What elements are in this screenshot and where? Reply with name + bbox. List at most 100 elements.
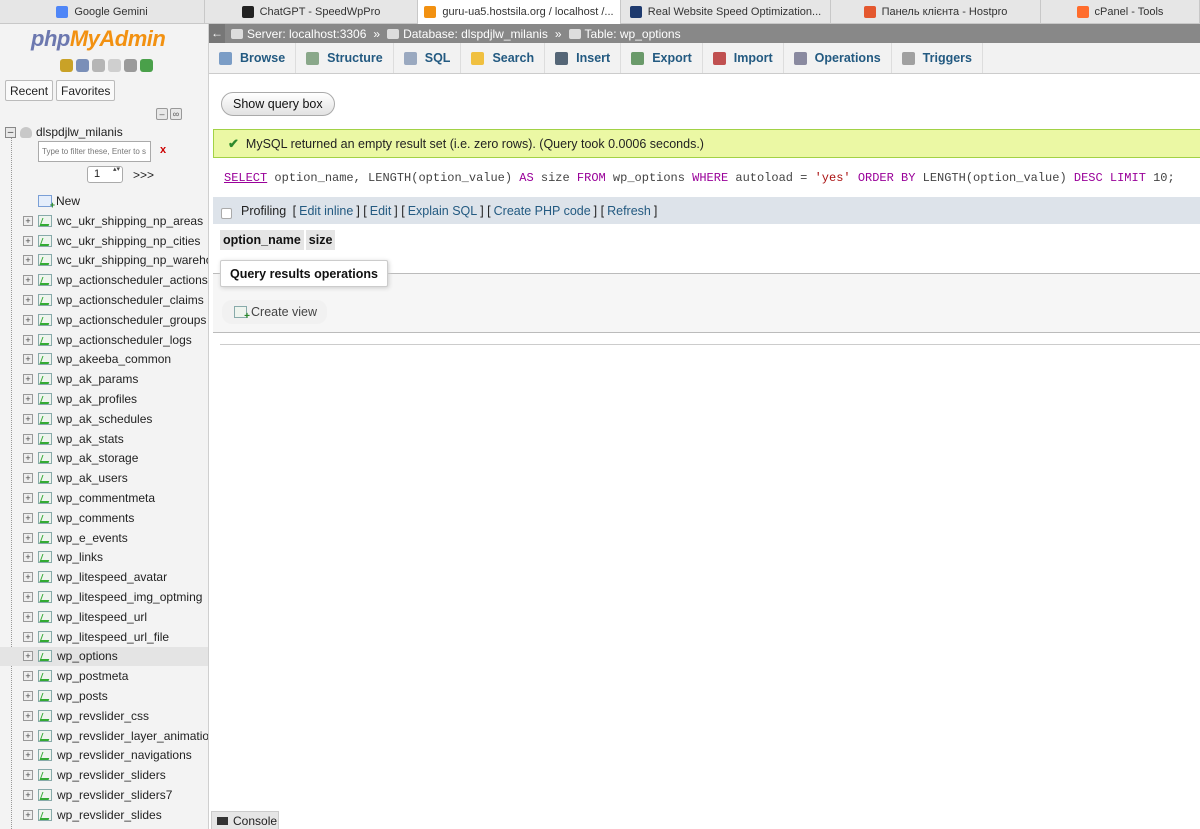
tab-export[interactable]: Export [621,43,703,73]
collapse-icon[interactable]: – [5,126,16,138]
create-view-button[interactable]: Create view [222,300,327,324]
browser-tab[interactable]: Google Gemini [0,0,205,24]
expand-icon[interactable]: + [23,413,33,424]
table-list-item[interactable]: + wp_akeeba_common [0,350,208,370]
expand-icon[interactable]: + [23,433,33,444]
table-list-item[interactable]: + wp_revslider_layer_animations [0,726,208,746]
expand-icon[interactable]: + [23,631,33,642]
expand-icon[interactable]: + [23,493,33,504]
favorites-tab[interactable]: Favorites [56,80,116,101]
expand-icon[interactable]: + [23,532,33,543]
table-icon[interactable] [38,531,52,544]
expand-icon[interactable]: + [23,235,33,246]
table-name[interactable]: wp_comments [57,511,134,525]
phpmyadmin-logo[interactable]: phpMyAdmin [31,26,166,52]
table-name[interactable]: wp_commentmeta [57,491,155,505]
table-name[interactable]: wp_litespeed_img_optming [57,590,202,604]
table-name[interactable]: wp_revslider_layer_animations [57,729,208,743]
table-icon[interactable] [38,393,52,406]
docs-icon[interactable] [92,59,105,72]
table-icon[interactable] [38,769,52,782]
table-name[interactable]: wc_ukr_shipping_np_cities [57,234,200,248]
breadcrumb-table[interactable]: Table: wp_options [563,27,687,41]
table-list-item[interactable]: + wp_actionscheduler_actions [0,270,208,290]
table-name[interactable]: wp_ak_storage [57,451,138,465]
table-icon[interactable] [38,808,52,821]
table-list-item[interactable]: + wp_litespeed_img_optming [0,587,208,607]
table-icon[interactable] [38,729,52,742]
table-list-item[interactable]: + wp_litespeed_url [0,607,208,627]
tab-browse[interactable]: Browse [209,43,297,73]
expand-icon[interactable]: + [23,790,33,800]
table-name[interactable]: wp_actionscheduler_actions [57,273,208,287]
table-list-item[interactable]: + wp_ak_schedules [0,409,208,429]
table-name[interactable]: wp_actionscheduler_groups [57,313,206,327]
table-icon[interactable] [38,234,52,247]
table-icon[interactable] [38,610,52,623]
expand-icon[interactable]: + [23,215,33,226]
table-name[interactable]: wp_revslider_sliders [57,768,166,782]
tab-search[interactable]: Search [461,43,546,73]
table-name[interactable]: wp_revslider_slides [57,808,162,822]
table-list-item[interactable]: + wp_ak_profiles [0,389,208,409]
tab-structure[interactable]: Structure [296,43,394,73]
table-name[interactable]: wp_ak_profiles [57,392,137,406]
table-list-item[interactable]: + wp_ak_storage [0,449,208,469]
browser-tab[interactable]: cPanel - Tools [1041,0,1200,24]
browser-tab[interactable]: ChatGPT - SpeedWpPro [205,0,418,24]
show-query-box-button[interactable]: Show query box [221,92,335,116]
table-list-item[interactable]: + wc_ukr_shipping_np_cities [0,231,208,251]
table-list-item[interactable]: + wp_revslider_sliders [0,765,208,785]
table-list-item[interactable]: + wp_ak_users [0,468,208,488]
table-list-item[interactable]: + wp_litespeed_avatar [0,567,208,587]
table-name[interactable]: wp_posts [57,689,108,703]
edit-link[interactable]: Edit [370,204,392,218]
recent-tab[interactable]: Recent [5,80,54,101]
table-list-item[interactable]: + wp_revslider_css [0,706,208,726]
gear-icon[interactable] [124,59,137,72]
browser-tab[interactable]: Real Website Speed Optimization... [621,0,831,24]
home-icon[interactable] [60,59,73,72]
clear-filter-button[interactable]: x [160,144,166,156]
table-name[interactable]: wp_actionscheduler_logs [57,333,192,347]
reload-icon[interactable] [140,59,153,72]
page-select[interactable]: 1 [87,166,123,183]
table-list-item[interactable]: + wp_ak_params [0,369,208,389]
table-icon[interactable] [38,650,52,663]
expand-icon[interactable]: + [23,710,33,721]
table-name[interactable]: wp_actionscheduler_claims [57,293,204,307]
expand-icon[interactable]: + [23,671,33,682]
expand-icon[interactable]: + [23,512,33,523]
table-list-item[interactable]: + wp_e_events [0,528,208,548]
table-list-item[interactable]: + wp_commentmeta [0,488,208,508]
column-header-size[interactable]: size [305,230,336,250]
table-icon[interactable] [38,412,52,425]
table-list-item[interactable]: + wp_revslider_slides [0,805,208,825]
table-name[interactable]: wp_ak_users [57,471,128,485]
table-name[interactable]: wp_ak_stats [57,432,124,446]
table-name[interactable]: wp_revslider_sliders7 [57,788,172,802]
tab-sql[interactable]: SQL [394,43,462,73]
sql-select-keyword[interactable]: SELECT [224,171,267,185]
table-icon[interactable] [38,294,52,307]
database-name[interactable]: dlspdjlw_milanis [36,125,123,139]
table-name[interactable]: wp_options [57,649,118,663]
expand-icon[interactable]: + [23,394,33,405]
table-list-item[interactable]: + wp_actionscheduler_claims [0,290,208,310]
explain-sql-link[interactable]: Explain SQL [408,204,477,218]
table-list-item[interactable]: + wp_postmeta [0,666,208,686]
expand-icon[interactable]: + [23,473,33,484]
expand-icon[interactable]: + [23,691,33,702]
table-list-item[interactable]: + wp_posts [0,686,208,706]
table-icon[interactable] [38,630,52,643]
expand-icon[interactable]: + [23,295,33,306]
table-name[interactable]: wp_akeeba_common [57,352,171,366]
table-list-item[interactable]: + wc_ukr_shipping_np_areas [0,211,208,231]
table-list-item[interactable]: + wp_links [0,548,208,568]
browser-tab[interactable]: guru-ua5.hostsila.org / localhost /... [418,0,621,24]
expand-icon[interactable]: + [23,750,33,761]
expand-icon[interactable]: + [23,611,33,622]
expand-icon[interactable]: + [23,770,33,781]
table-icon[interactable] [38,551,52,564]
table-list-item[interactable]: + wp_ak_stats [0,429,208,449]
